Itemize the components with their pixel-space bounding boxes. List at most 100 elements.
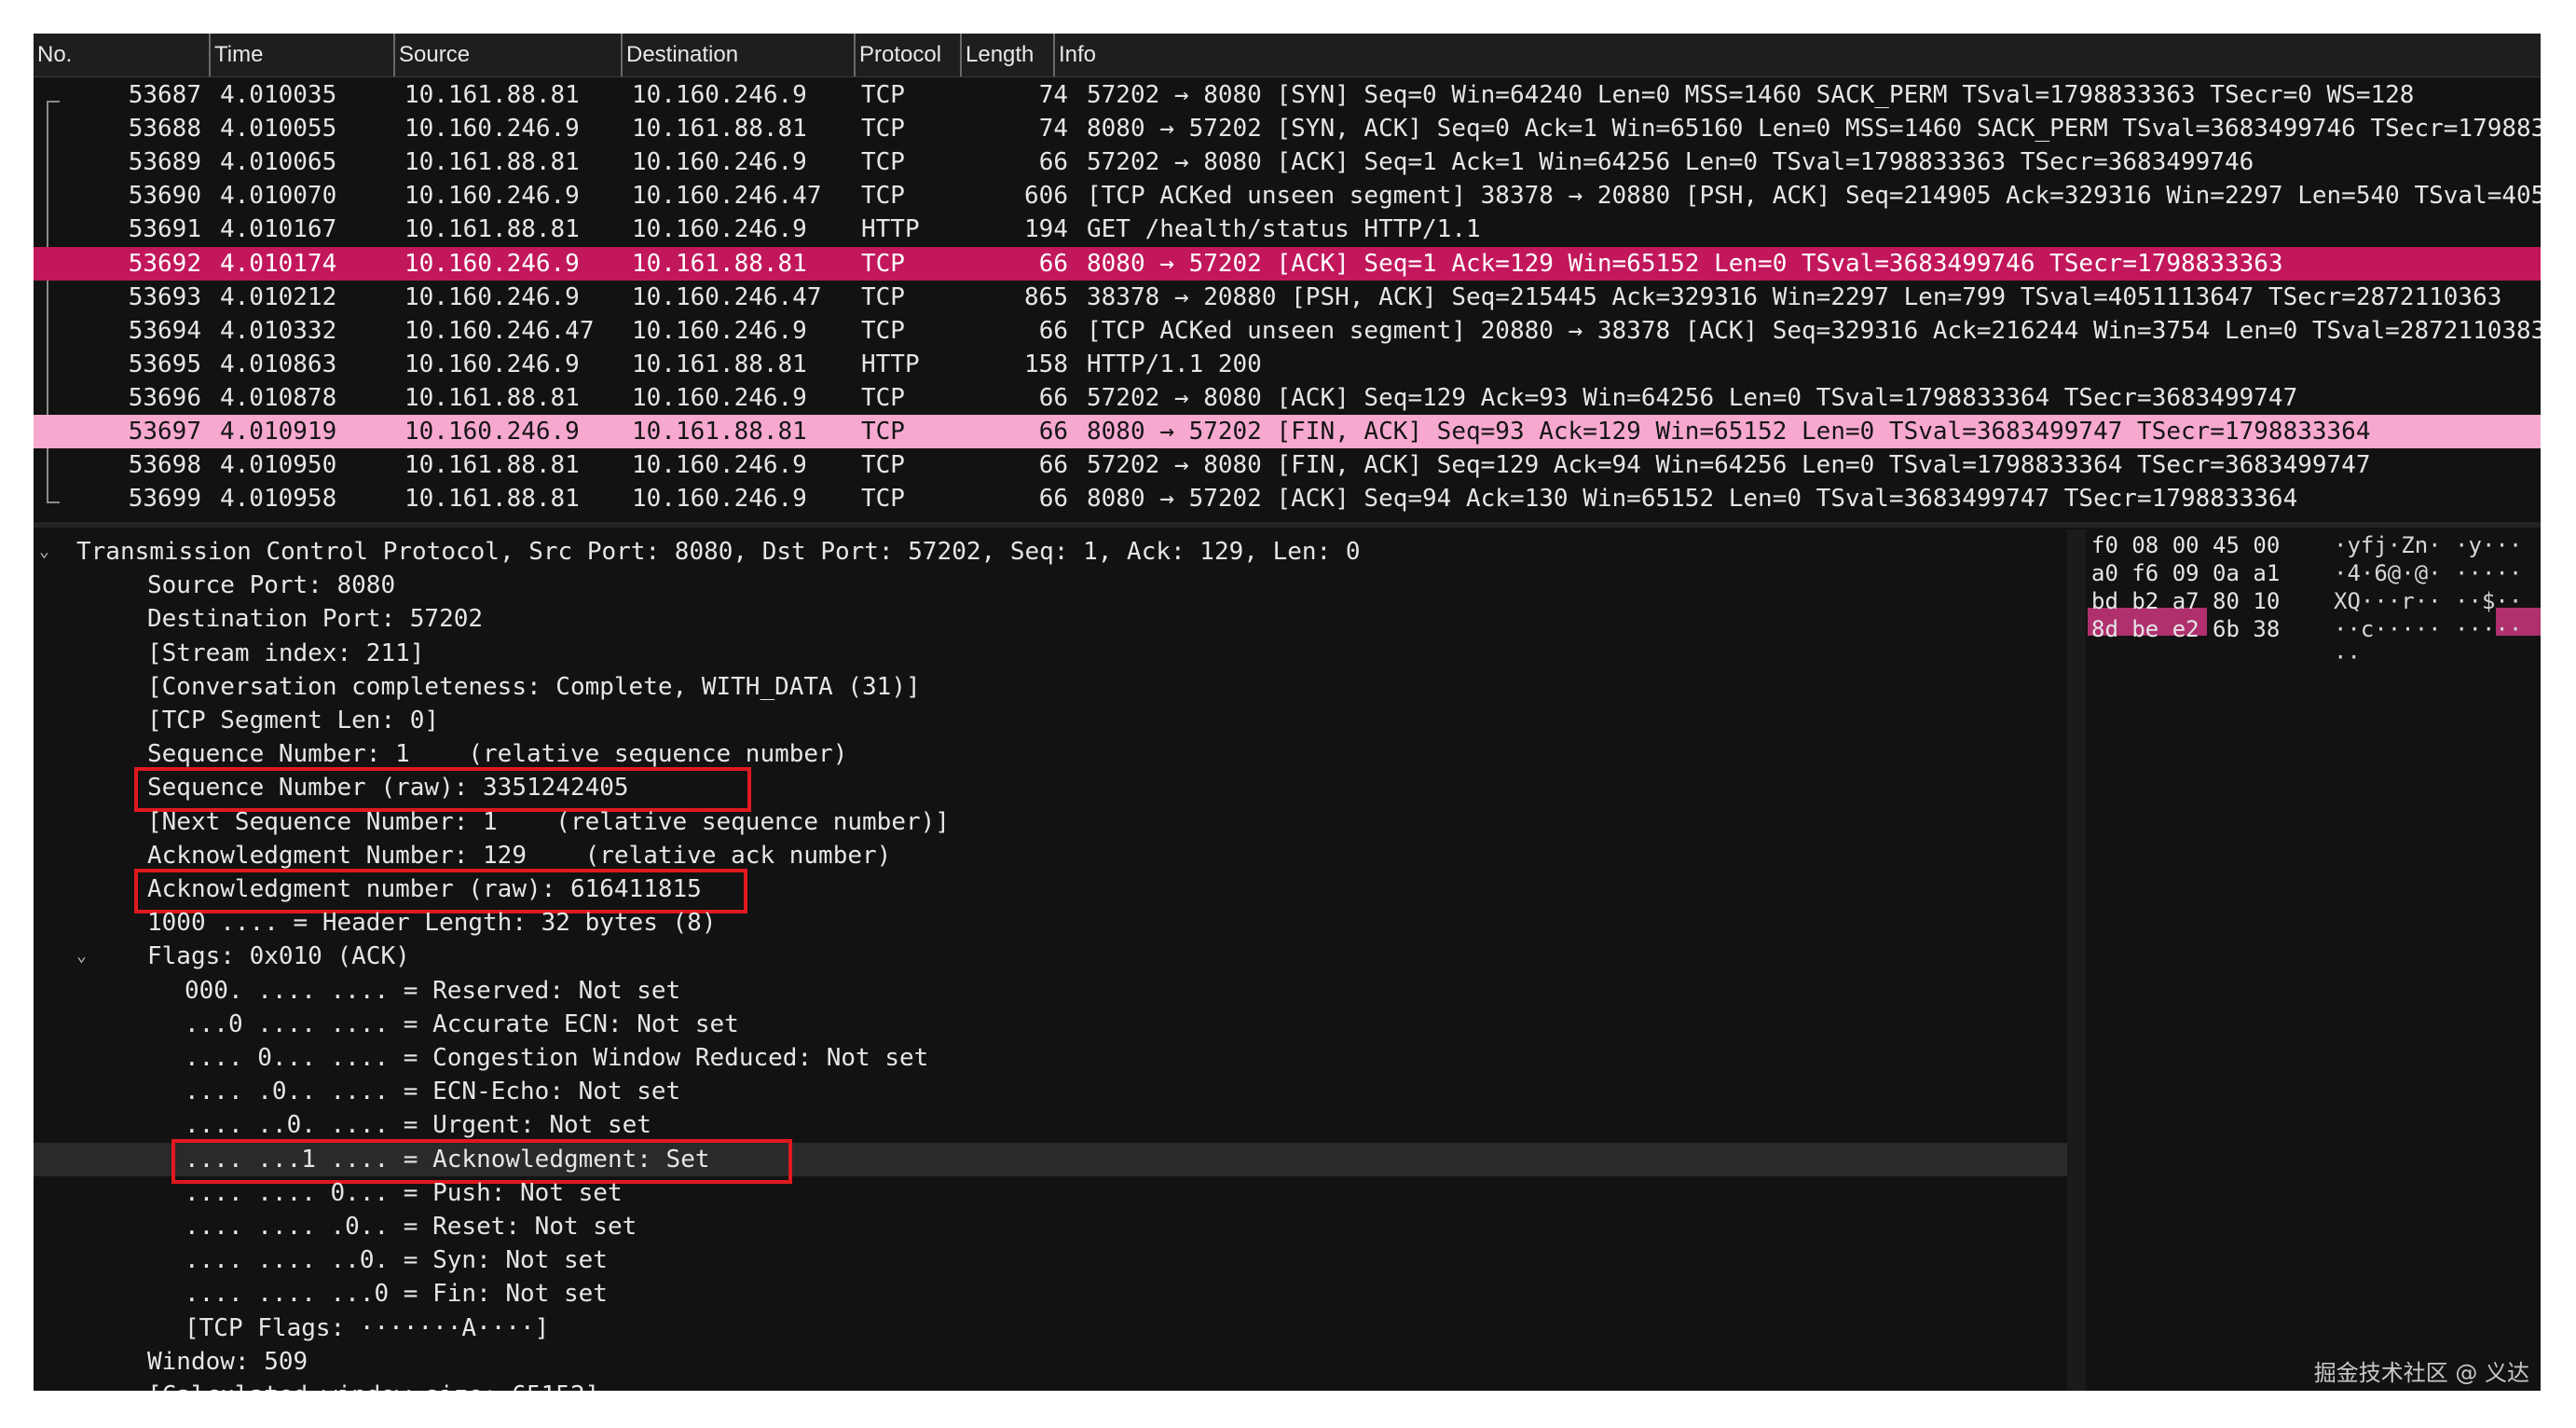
packet-length: 66 <box>1038 418 1068 446</box>
packet-row[interactable]: 53692 4.010174 10.160.246.9 10.161.88.81 TCP… <box>34 246 2541 281</box>
packet-number: 53698 <box>128 451 201 480</box>
detail-field[interactable]: .... 0... .... = Congestion Window Reduc… <box>34 1041 2067 1075</box>
detail-field[interactable]: .... .... ...0 = Fin: Not set <box>34 1277 2067 1311</box>
detail-field[interactable]: Sequence Number: 1 (relative sequence nu… <box>34 737 2067 771</box>
packet-protocol: TCP <box>861 383 905 412</box>
detail-field[interactable]: Window: 509 <box>34 1345 2067 1379</box>
column-header-destination[interactable]: Destination <box>621 34 846 76</box>
detail-field[interactable]: .... ..0. .... = Urgent: Not set <box>34 1108 2067 1142</box>
packet-source: 10.161.88.81 <box>404 451 580 480</box>
packet-row[interactable]: 53698 4.010950 10.161.88.81 10.160.246.9 TCP… <box>34 448 2541 482</box>
expand-chevron-icon[interactable]: ⌄ <box>76 940 87 973</box>
packet-info: 8080 → 57202 [ACK] Seq=94 Ack=130 Win=65… <box>1087 485 2298 514</box>
packet-protocol: HTTP <box>861 350 920 378</box>
detail-field[interactable]: Acknowledgment Number: 129 (relative ack… <box>34 839 2067 872</box>
ascii-bytes[interactable]: ·· <box>2334 643 2361 671</box>
packet-row[interactable]: 53694 4.010332 10.160.246.47 10.160.246.9 TC… <box>34 314 2541 348</box>
packet-length: 74 <box>1038 115 1068 144</box>
detail-field[interactable]: [Next Sequence Number: 1 (relative seque… <box>34 805 2067 839</box>
packet-list: 53687 4.010035 10.161.88.81 10.160.246.9 TCP… <box>34 78 2541 544</box>
packet-time: 4.010055 <box>220 115 337 144</box>
packet-destination: 10.160.246.9 <box>632 215 807 244</box>
packet-source: 10.161.88.81 <box>404 215 580 244</box>
column-header-protocol[interactable]: Protocol <box>854 34 964 76</box>
packet-row[interactable]: 53691 4.010167 10.161.88.81 10.160.246.9 HTT… <box>34 213 2541 246</box>
detail-field[interactable]: ...0 .... .... = Accurate ECN: Not set <box>34 1008 2067 1041</box>
hex-bytes[interactable]: a0 f6 09 0a a1 <box>2091 559 2280 587</box>
detail-field-text: [Next Sequence Number: 1 (relative seque… <box>147 807 950 836</box>
ascii-bytes[interactable]: XQ···r·· ··$·· <box>2334 587 2522 615</box>
detail-tree-node[interactable]: ⌄ Transmission Control Protocol, Src Port… <box>34 535 2067 569</box>
packet-info: [TCP ACKed unseen segment] 20880 → 38378… <box>1087 316 2541 345</box>
detail-field[interactable]: [TCP Segment Len: 0] <box>34 704 2067 737</box>
packet-destination: 10.160.246.9 <box>632 451 807 480</box>
packet-row[interactable]: 53690 4.010070 10.160.246.9 10.160.246.47 TC… <box>34 179 2541 213</box>
detail-field-text: Source Port: 8080 <box>147 571 396 600</box>
column-header-length[interactable]: Length <box>960 34 1049 76</box>
packet-source: 10.160.246.9 <box>404 282 580 311</box>
detail-field[interactable]: [Calculated window size: 65152] <box>34 1379 2067 1391</box>
detail-field[interactable]: Destination Port: 57202 <box>34 602 2067 636</box>
column-header-no[interactable]: No. <box>34 34 209 76</box>
detail-field[interactable]: Source Port: 8080 <box>34 569 2067 602</box>
packet-info: 8080 → 57202 [FIN, ACK] Seq=93 Ack=129 W… <box>1087 418 2371 446</box>
packet-row[interactable]: 53695 4.010863 10.160.246.9 10.161.88.81 HTT… <box>34 348 2541 381</box>
hex-bytes[interactable]: 8d be e2 6b 38 <box>2091 615 2280 643</box>
detail-field-text: .... .0.. .... = ECN-Echo: Not set <box>185 1078 681 1106</box>
detail-field-text: .... 0... .... = Congestion Window Reduc… <box>185 1044 929 1072</box>
detail-bytes-splitter[interactable] <box>2067 529 2086 1391</box>
packet-protocol: TCP <box>861 451 905 480</box>
column-header-time[interactable]: Time <box>209 34 397 76</box>
detail-field[interactable]: .... .... 0... = Push: Not set <box>34 1176 2067 1210</box>
detail-field[interactable]: [Stream index: 211] <box>34 637 2067 670</box>
packet-number: 53695 <box>128 350 201 378</box>
packet-row[interactable]: 53689 4.010065 10.161.88.81 10.160.246.9 TCP… <box>34 145 2541 179</box>
detail-field-text: .... .... .0.. = Reset: Not set <box>185 1213 637 1241</box>
packet-number: 53697 <box>128 418 201 446</box>
packet-row[interactable]: 53687 4.010035 10.161.88.81 10.160.246.9 TCP… <box>34 78 2541 112</box>
packet-info: 57202 → 8080 [FIN, ACK] Seq=129 Ack=94 W… <box>1087 451 2371 480</box>
packet-destination: 10.160.246.47 <box>632 182 822 211</box>
detail-tree-node[interactable]: ⌄ Flags: 0x010 (ACK) <box>34 940 2067 973</box>
pane-splitter[interactable] <box>34 522 2541 528</box>
detail-field[interactable]: .... .... ..0. = Syn: Not set <box>34 1243 2067 1277</box>
packet-source: 10.160.246.9 <box>404 249 580 278</box>
packet-row[interactable]: 53699 4.010958 10.161.88.81 10.160.246.9 TCP… <box>34 482 2541 515</box>
packet-info: 8080 → 57202 [ACK] Seq=1 Ack=129 Win=651… <box>1087 249 2283 278</box>
detail-field-text: Acknowledgment Number: 129 (relative ack… <box>147 841 892 870</box>
packet-source: 10.160.246.9 <box>404 182 580 211</box>
packet-protocol: TCP <box>861 115 905 144</box>
detail-field[interactable]: 000. .... .... = Reserved: Not set <box>34 974 2067 1008</box>
packet-length: 158 <box>1024 350 1068 378</box>
detail-field-text: Window: 509 <box>147 1347 308 1376</box>
packet-bytes-pane: f0 08 00 45 00 ·yfj·Zn· ·y··· a0 f6 09 0a … <box>2086 529 2541 1391</box>
packet-number: 53691 <box>128 215 201 244</box>
expand-chevron-icon[interactable]: ⌄ <box>39 535 49 569</box>
detail-field-text: Transmission Control Protocol, Src Port:… <box>76 538 1361 566</box>
packet-destination: 10.161.88.81 <box>632 418 807 446</box>
packet-destination: 10.160.246.9 <box>632 81 807 109</box>
detail-field[interactable]: [Conversation completeness: Complete, WI… <box>34 670 2067 704</box>
packet-row[interactable]: 53697 4.010919 10.160.246.9 10.161.88.81 TCP… <box>34 415 2541 448</box>
column-header-info[interactable]: Info <box>1053 34 2541 76</box>
packet-row[interactable]: 53688 4.010055 10.160.246.9 10.161.88.81 TCP… <box>34 112 2541 145</box>
packet-length: 194 <box>1024 215 1068 244</box>
packet-destination: 10.160.246.9 <box>632 316 807 345</box>
packet-length: 66 <box>1038 316 1068 345</box>
packet-time: 4.010167 <box>220 215 337 244</box>
packet-number: 53690 <box>128 182 201 211</box>
hex-bytes[interactable]: f0 08 00 45 00 <box>2091 531 2280 559</box>
ascii-bytes[interactable]: ·4·6@·@· ····· <box>2334 559 2522 587</box>
packet-row[interactable]: 53693 4.010212 10.160.246.9 10.160.246.47 TC… <box>34 281 2541 314</box>
hex-bytes[interactable]: bd b2 a7 80 10 <box>2091 587 2280 615</box>
ascii-bytes[interactable]: ·yfj·Zn· ·y··· <box>2334 531 2522 559</box>
detail-field[interactable]: .... .... .0.. = Reset: Not set <box>34 1210 2067 1243</box>
detail-field[interactable]: .... .0.. .... = ECN-Echo: Not set <box>34 1075 2067 1108</box>
packet-row[interactable]: 53696 4.010878 10.161.88.81 10.160.246.9 TCP… <box>34 381 2541 415</box>
packet-info: HTTP/1.1 200 <box>1087 350 1262 378</box>
column-header-source[interactable]: Source <box>393 34 619 76</box>
detail-field[interactable]: [TCP Flags: ·······A····] <box>34 1311 2067 1345</box>
detail-field[interactable]: 1000 .... = Header Length: 32 bytes (8) <box>34 906 2067 940</box>
ascii-bytes[interactable]: ··c····· ····· <box>2334 615 2522 643</box>
packet-source: 10.161.88.81 <box>404 485 580 514</box>
